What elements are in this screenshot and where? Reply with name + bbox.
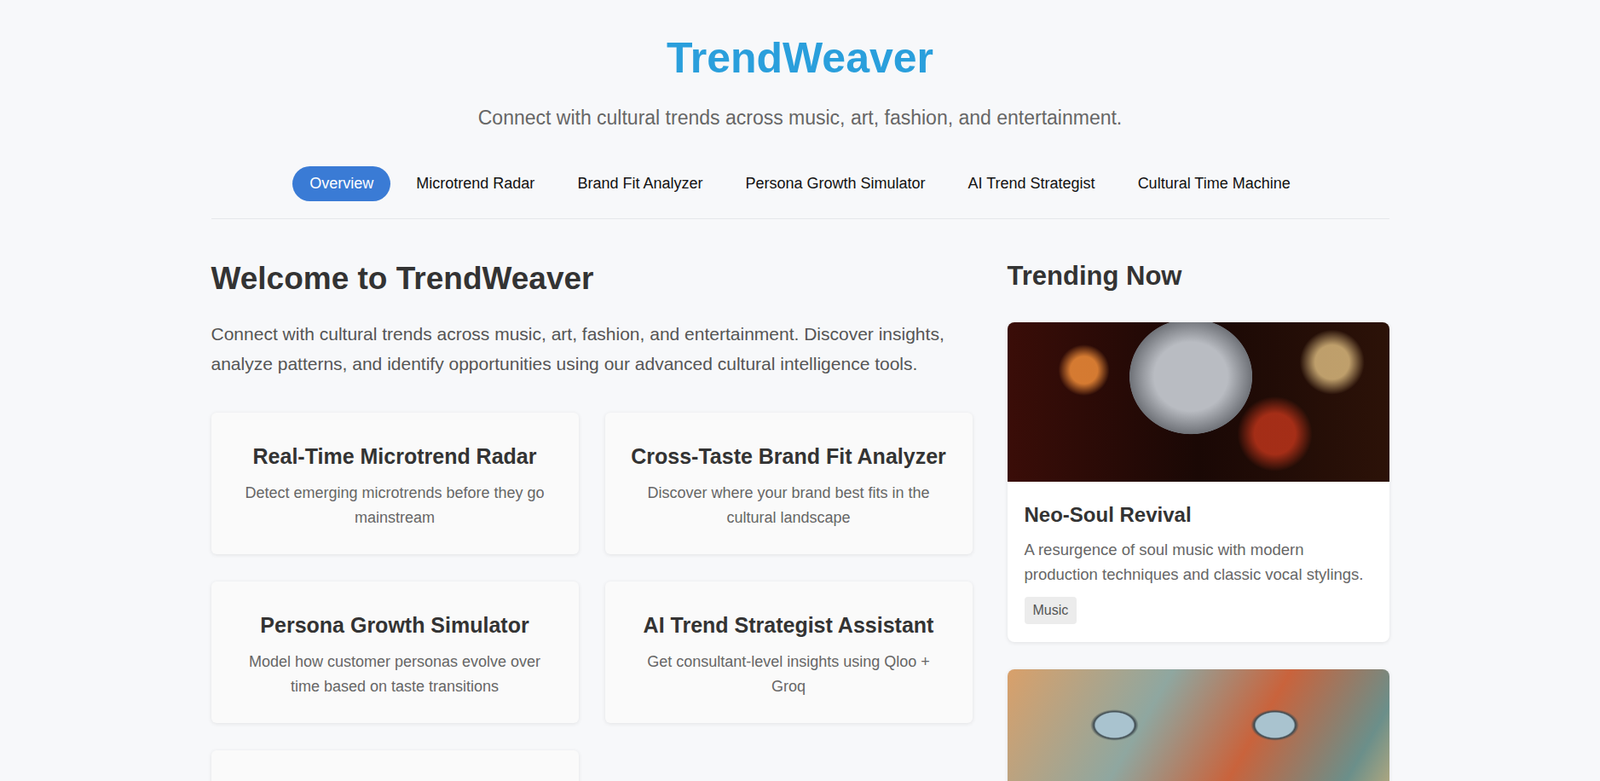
feature-title: Persona Growth Simulator [235,612,555,638]
nav-tab[interactable]: AI Trend Strategist [951,166,1113,202]
feature-grid: Real-Time Microtrend Radar Detect emergin… [211,412,973,781]
app-container: TrendWeaver Connect with cultural trends … [211,0,1390,781]
feature-card[interactable]: Real-Time Microtrend Radar Detect emergin… [211,412,579,555]
feature-description: Discover where your brand best fits in t… [629,480,949,530]
feature-card[interactable]: Persona Growth Simulator Model how custom… [211,581,579,723]
feature-card[interactable]: AI Trend Strategist Assistant Get consult… [605,581,973,723]
nav-tab[interactable]: Persona Growth Simulator [727,166,942,202]
welcome-text: Connect with cultural trends across musi… [211,318,973,379]
trend-card[interactable] [1007,669,1390,781]
feature-title: AI Trend Strategist Assistant [629,612,949,638]
nav-tab[interactable]: Microtrend Radar [398,166,552,202]
app-subtitle: Connect with cultural trends across musi… [211,103,1390,133]
feature-card[interactable]: Cross-Taste Brand Fit Analyzer Discover w… [605,412,973,555]
nav-tab[interactable]: Cultural Time Machine [1120,166,1308,202]
trending-section: Trending Now Neo-Soul Revival A resurgence… [1007,259,1390,781]
page: TrendWeaver Connect with cultural trends … [0,0,1600,781]
app-title: TrendWeaver [211,32,1390,84]
feature-description: Get consultant-level insights using Qloo… [629,649,949,699]
trend-tag[interactable]: Music [1024,596,1078,624]
trend-title: Neo-Soul Revival [1024,502,1373,527]
feature-description: Model how customer personas evolve over … [235,649,555,699]
feature-title: Real-Time Microtrend Radar [235,443,555,469]
trend-photo [1007,322,1390,482]
main-content: Welcome to TrendWeaver Connect with cultu… [211,259,1390,781]
trending-heading: Trending Now [1007,259,1390,292]
main-tabs: OverviewMicrotrend RadarBrand Fit Analyz… [211,166,1390,220]
feature-title: Cross-Taste Brand Fit Analyzer [629,443,949,469]
welcome-heading: Welcome to TrendWeaver [211,259,973,298]
trend-photo [1007,669,1390,781]
page-header: TrendWeaver Connect with cultural trends … [211,32,1390,133]
nav-tab[interactable]: Brand Fit Analyzer [560,166,720,202]
feature-card[interactable] [211,750,579,781]
trend-card[interactable]: Neo-Soul Revival A resurgence of soul mus… [1007,322,1390,642]
feature-description: Detect emerging microtrends before they … [235,480,555,530]
trend-description: A resurgence of soul music with modern p… [1024,537,1373,587]
welcome-section: Welcome to TrendWeaver Connect with cultu… [211,259,973,781]
trending-list: Neo-Soul Revival A resurgence of soul mus… [1007,322,1390,781]
nav-tab[interactable]: Overview [292,166,391,202]
trend-card-body: Neo-Soul Revival A resurgence of soul mus… [1007,481,1390,642]
